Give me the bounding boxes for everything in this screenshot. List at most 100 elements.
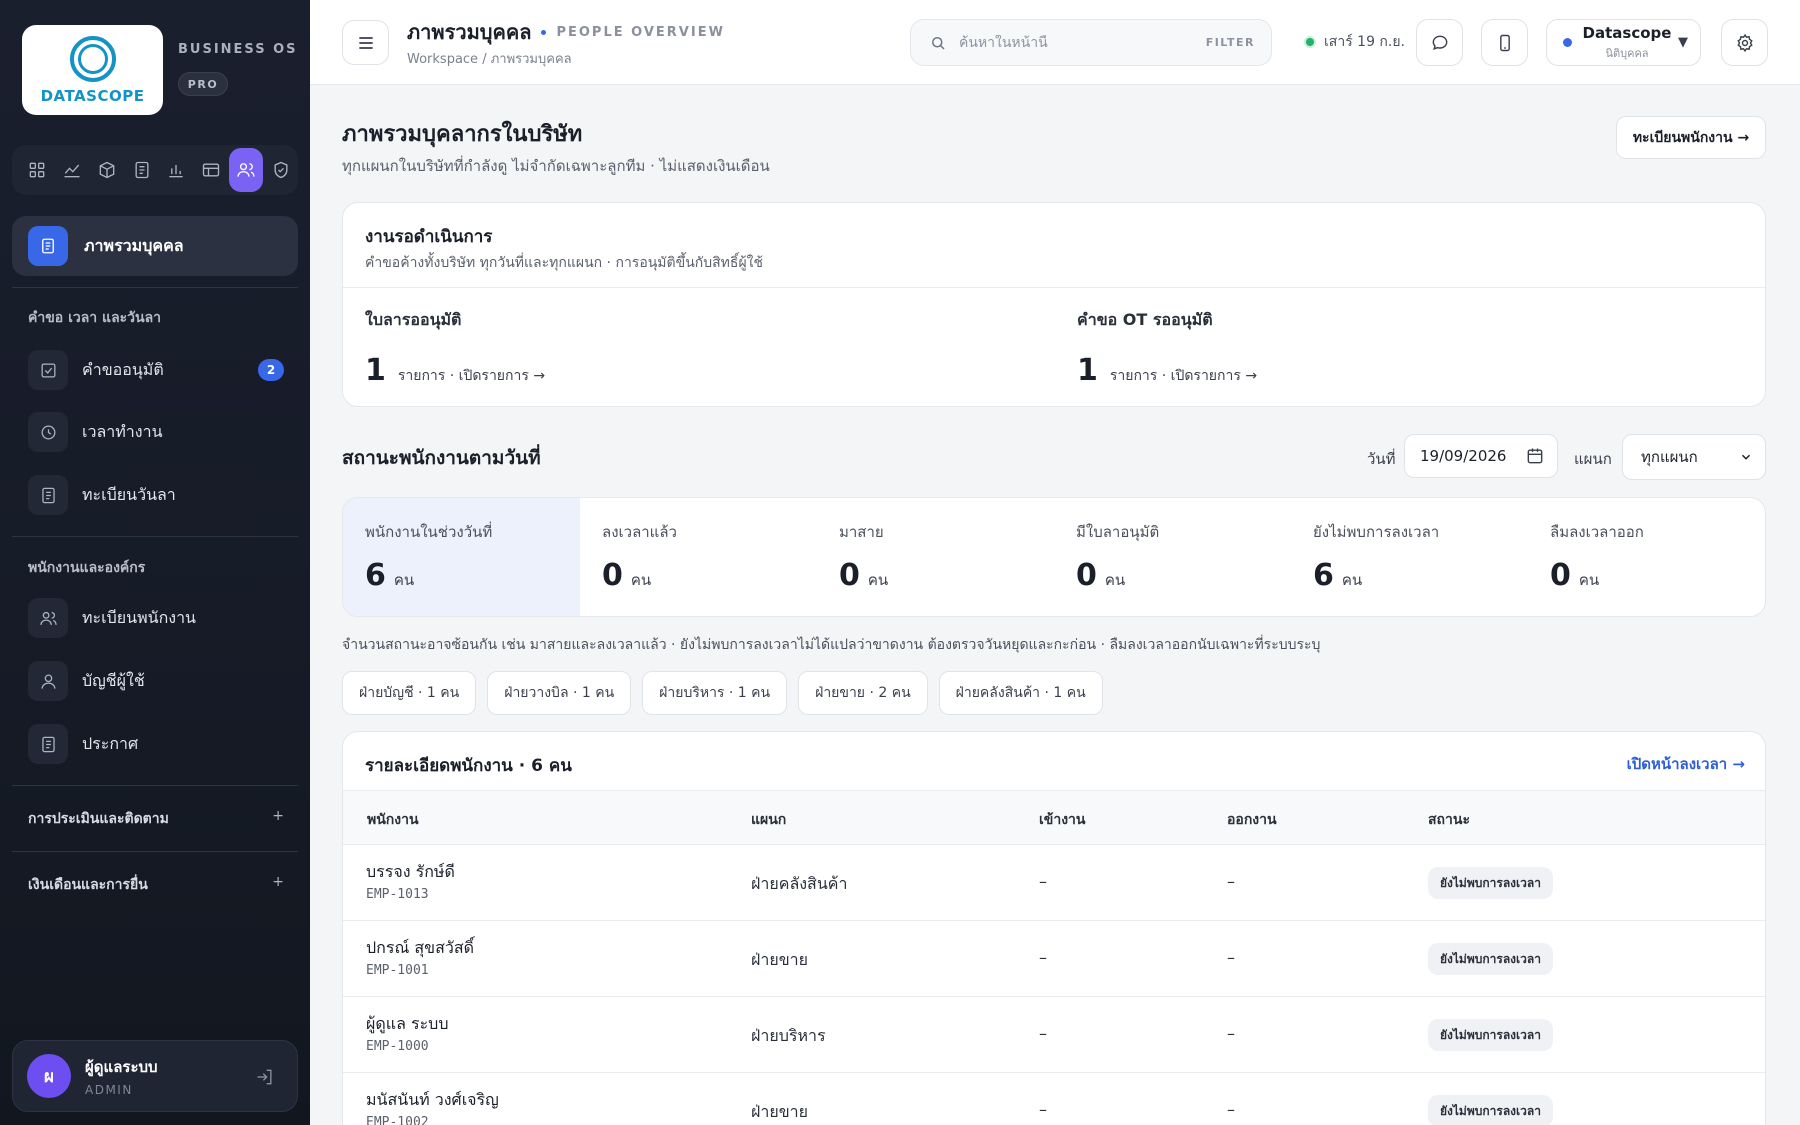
section-heading: ภาพรวมบุคลากรในบริษัท [342, 122, 583, 147]
clock-out: – [1227, 1024, 1235, 1043]
status-section-title: สถานะพนักงานตามวันที่ [342, 447, 541, 469]
stat-label: พนักงานในช่วงวันที่ [365, 523, 493, 541]
company-logo[interactable]: DATASCOPE [22, 25, 163, 115]
date-picker[interactable]: 19/09/2026 [1404, 434, 1558, 478]
document-icon [28, 475, 68, 515]
employee-code: EMP-1001 [366, 963, 429, 978]
sidebar-group-payroll[interactable]: เงินเดือนและการยื่น + [28, 874, 284, 896]
column-header-employee[interactable]: พนักงาน [367, 809, 419, 831]
divider [12, 287, 298, 288]
user-card[interactable]: ผ ผู้ดูแลระบบ ADMIN [12, 1040, 298, 1112]
card-title: งานรอดำเนินการ [365, 227, 493, 247]
filter-button[interactable]: FILTER [1206, 36, 1255, 49]
stat-unit: คน [867, 571, 889, 589]
stat-value: 6 [1313, 558, 1334, 593]
settings-button[interactable] [1721, 19, 1768, 66]
sidebar-item-label: เวลาทำงาน [82, 421, 163, 441]
sidebar-item-announcements[interactable]: ประกาศ [28, 722, 298, 766]
stat-value: 6 [365, 558, 386, 593]
employee-name: บรรจง รักษ์ดี [366, 862, 455, 881]
sidebar-item-employee-register[interactable]: ทะเบียนพนักงาน [28, 596, 298, 640]
employee-name: ผู้ดูแล ระบบ [366, 1014, 449, 1033]
check-square-icon [28, 350, 68, 390]
people-icon[interactable] [228, 148, 264, 192]
open-timesheet-link[interactable]: เปิดหน้าลงเวลา → [1627, 752, 1745, 776]
plus-icon: + [272, 874, 284, 890]
column-header-out[interactable]: ออกงาน [1227, 809, 1277, 831]
stat-label: มาสาย [839, 523, 884, 541]
employee-dept: ฝ่ายบริหาร [751, 1026, 826, 1045]
search-icon [932, 36, 945, 50]
dept-chip-warehouse[interactable]: ฝ่ายคลังสินค้า · 1 คน [938, 671, 1103, 715]
stat-late[interactable]: มาสาย 0 คน [817, 498, 1054, 616]
dept-select[interactable]: ทุกแผนก [1622, 434, 1766, 480]
sidebar-item-people-overview[interactable]: ภาพรวมบุคคล [12, 216, 298, 276]
employee-code: EMP-1013 [366, 887, 429, 902]
pending-ot-label: คำขอ OT รออนุมัติ [1077, 310, 1213, 329]
column-header-status[interactable]: สถานะ [1428, 809, 1470, 831]
employee-detail-table: รายละเอียดพนักงาน · 6 คน เปิดหน้าลงเวลา … [342, 731, 1766, 1125]
dept-chip-accounting[interactable]: ฝ่ายบัญชี · 1 คน [342, 671, 477, 715]
brand-label: BUSINESS OS [178, 42, 298, 57]
table-row[interactable]: ผู้ดูแล ระบบ EMP-1000 ฝ่ายบริหาร – – ยัง… [343, 997, 1765, 1073]
pending-ot-count: 1 [1077, 353, 1098, 388]
status-badge: ยังไม่พบการลงเวลา [1428, 943, 1553, 975]
divider [12, 851, 298, 852]
bar-chart-icon[interactable] [159, 148, 194, 192]
stat-value: 0 [839, 558, 860, 593]
box-icon[interactable] [90, 148, 125, 192]
stat-value: 0 [1550, 558, 1571, 593]
gear-icon [1736, 33, 1753, 52]
dept-chip-billing[interactable]: ฝ่ายวางบิล · 1 คน [487, 671, 632, 715]
sidebar-section-employees: พนักงานและองค์กร [28, 560, 146, 576]
mobile-button[interactable] [1481, 19, 1528, 66]
group-label: การประเมินและติดตาม [28, 811, 169, 827]
org-name: Datascope [1582, 23, 1672, 42]
stat-clocked-in[interactable]: ลงเวลาแล้ว 0 คน [580, 498, 817, 616]
online-status-dot [1304, 36, 1316, 48]
pending-leave-count: 1 [365, 353, 386, 388]
pending-ot-link[interactable]: รายการ · เปิดรายการ → [1110, 365, 1257, 387]
employee-register-button[interactable]: ทะเบียนพนักงาน → [1616, 116, 1766, 159]
chart-icon[interactable] [55, 148, 90, 192]
status-badge: ยังไม่พบการลงเวลา [1428, 1019, 1553, 1051]
column-header-in[interactable]: เข้างาน [1039, 809, 1085, 831]
chat-button[interactable] [1416, 19, 1463, 66]
pending-leave-link[interactable]: รายการ · เปิดรายการ → [398, 365, 545, 387]
dept-chip-management[interactable]: ฝ่ายบริหาร · 1 คน [642, 671, 788, 715]
chevron-down-icon [1741, 454, 1751, 460]
org-switcher[interactable]: Datascope นิติบุคคล ▼ [1546, 19, 1701, 66]
shield-icon[interactable] [263, 148, 298, 192]
table-icon[interactable] [194, 148, 229, 192]
document-icon [28, 226, 68, 266]
sidebar-item-approvals[interactable]: คำขออนุมัติ 2 [28, 348, 298, 392]
current-date: เสาร์ 19 ก.ย. [1304, 31, 1405, 53]
stat-forgot-clock-out[interactable]: ลืมลงเวลาออก 0 คน [1528, 498, 1765, 616]
title-separator-dot [541, 29, 547, 35]
dept-chip-sales[interactable]: ฝ่ายขาย · 2 คน [798, 671, 928, 715]
sidebar-item-leave-register[interactable]: ทะเบียนวันลา [28, 473, 298, 517]
stat-approved-leave[interactable]: มีใบลาอนุมัติ 0 คน [1054, 498, 1291, 616]
clock-out: – [1227, 1100, 1235, 1119]
stat-employees-in-range[interactable]: พนักงานในช่วงวันที่ 6 คน [343, 498, 580, 616]
employee-dept: ฝ่ายขาย [751, 950, 809, 969]
logout-icon[interactable] [255, 1067, 275, 1091]
date-text: เสาร์ 19 ก.ย. [1324, 34, 1406, 50]
table-row[interactable]: มนัสนันท์ วงศ์เจริญ EMP-1002 ฝ่ายขาย – –… [343, 1073, 1765, 1125]
column-header-dept[interactable]: แผนก [751, 809, 786, 831]
table-row[interactable]: บรรจง รักษ์ดี EMP-1013 ฝ่ายคลังสินค้า – … [343, 845, 1765, 921]
sidebar-item-user-accounts[interactable]: บัญชีผู้ใช้ [28, 659, 298, 703]
user-icon [28, 661, 68, 701]
table-row[interactable]: ปกรณ์ สุขสวัสดิ์ EMP-1001 ฝ่ายขาย – – ยั… [343, 921, 1765, 997]
sidebar-item-worktime[interactable]: เวลาทำงาน [28, 410, 298, 454]
menu-toggle-button[interactable] [342, 20, 389, 65]
stat-label: มีใบลาอนุมัติ [1076, 523, 1160, 541]
sidebar-group-evaluation[interactable]: การประเมินและติดตาม + [28, 808, 284, 830]
stat-no-clock-record[interactable]: ยังไม่พบการลงเวลา 6 คน [1291, 498, 1528, 616]
search-input[interactable] [959, 34, 1189, 51]
document-icon[interactable] [124, 148, 159, 192]
dashboard-icon[interactable] [20, 148, 55, 192]
sidebar-item-label: ประกาศ [82, 733, 139, 753]
clock-out: – [1227, 948, 1235, 967]
divider [343, 287, 1765, 288]
